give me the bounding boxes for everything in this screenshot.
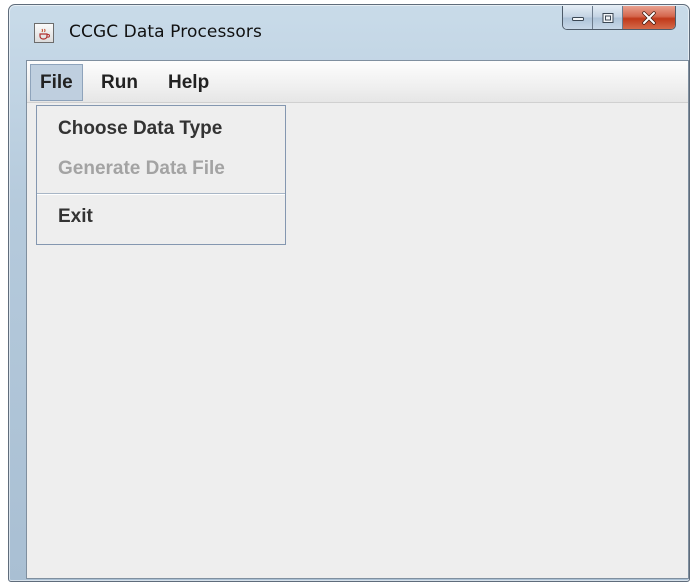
- java-cup-icon[interactable]: [34, 23, 54, 43]
- minimize-icon: [571, 16, 584, 21]
- menu-separator: [37, 193, 285, 195]
- application-window: CCGC Data Processors File Run Help Choos…: [8, 4, 690, 582]
- maximize-button[interactable]: [593, 6, 623, 29]
- close-icon: [642, 10, 656, 25]
- minimize-button[interactable]: [563, 6, 593, 29]
- window-title: CCGC Data Processors: [69, 22, 262, 42]
- file-menu-dropdown: Choose Data Type Generate Data File Exit: [36, 105, 286, 245]
- menu-item-generate-data-file: Generate Data File: [58, 158, 225, 179]
- menu-item-exit[interactable]: Exit: [37, 198, 285, 236]
- maximize-icon: [602, 12, 613, 23]
- menu-help[interactable]: Help: [159, 64, 218, 101]
- window-controls: [562, 6, 676, 30]
- menu-run[interactable]: Run: [92, 64, 147, 101]
- close-button[interactable]: [623, 6, 675, 29]
- menu-item-choose-data-type[interactable]: Choose Data Type: [37, 110, 285, 148]
- title-bar[interactable]: CCGC Data Processors: [9, 5, 689, 57]
- menu-bar: File Run Help: [27, 61, 688, 103]
- menu-file[interactable]: File: [30, 64, 83, 101]
- content-area: File Run Help Choose Data Type Generate …: [26, 60, 689, 579]
